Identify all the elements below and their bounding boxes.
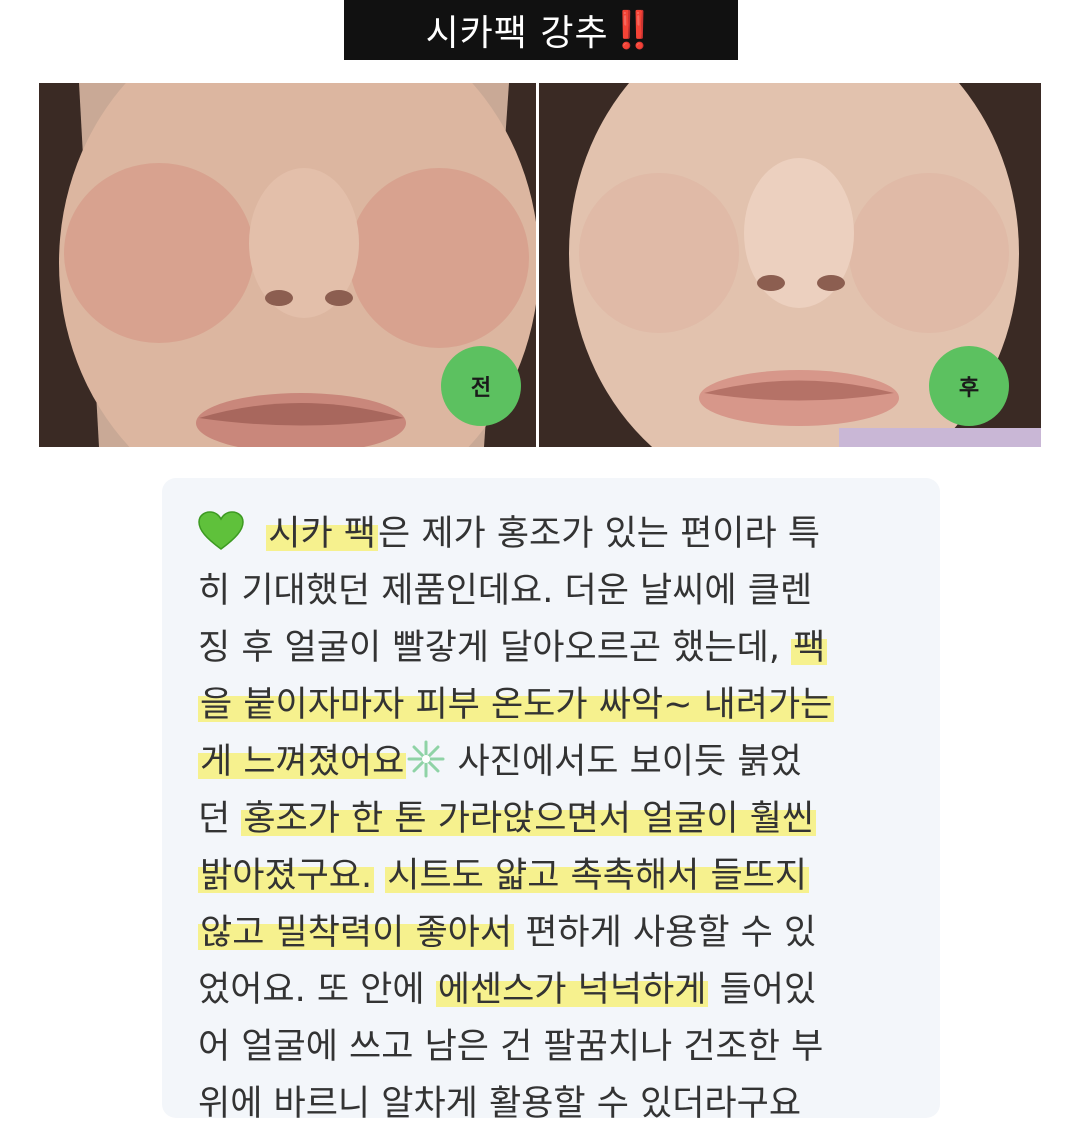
review-line-2: 히 기대했던 제품인데요. 더운 날씨에 클렌 <box>198 571 813 611</box>
review-line-6: 던 홍조가 한 톤 가라앉으면서 얼굴이 훨씬 <box>198 799 817 839</box>
double-exclamation-icon: ‼️ <box>610 10 657 51</box>
review-line-8: 않고 밀착력이 좋아서 편하게 사용할 수 있 <box>198 913 817 953</box>
review-text: 시카 팩은 제가 홍조가 있는 편이라 특 히 기대했던 제품인데요. 더운 날… <box>198 506 928 1133</box>
title-banner: 시카팩 강추 ‼️ <box>344 0 738 60</box>
snowflake-icon <box>407 740 445 778</box>
review-line-3: 징 후 얼굴이 빨갛게 달아오르곤 했는데, 팩 <box>198 628 828 668</box>
review-line-9: 었어요. 또 안에 에센스가 넉넉하게 들어있 <box>198 970 817 1010</box>
before-photo: 전 <box>39 83 536 447</box>
review-line-4: 을 붙이자마자 피부 온도가 싸악~ 내려가는 <box>198 685 835 725</box>
review-line-7: 밝아졌구요. 시트도 얇고 촉촉해서 들뜨지 <box>198 856 810 896</box>
after-badge: 후 <box>929 346 1009 426</box>
before-badge: 전 <box>441 346 521 426</box>
review-line-11: 위에 바르니 알차게 활용할 수 있더라구요 <box>198 1084 802 1124</box>
review-line-1: 시카 팩은 제가 홍조가 있는 편이라 특 <box>198 506 928 563</box>
title-text: 시카팩 강추 <box>425 13 609 54</box>
before-after-photos: 전 후 <box>39 83 1041 447</box>
after-photo: 후 <box>539 83 1041 447</box>
review-line-10: 어 얼굴에 쓰고 남은 건 팔꿈치나 건조한 부 <box>198 1027 824 1067</box>
review-line-5: 게 느껴졌어요 사진에서도 보이듯 붉었 <box>198 734 928 791</box>
review-card: 시카 팩은 제가 홍조가 있는 편이라 특 히 기대했던 제품인데요. 더운 날… <box>162 478 940 1124</box>
green-heart-icon <box>198 511 244 550</box>
